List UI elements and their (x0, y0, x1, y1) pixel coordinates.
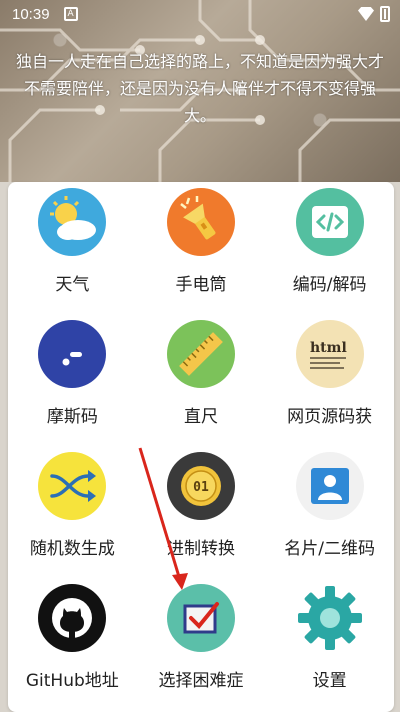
tile-label: GitHub地址 (25, 671, 119, 691)
tile-label: 网页源码获 (287, 407, 373, 427)
tools-card: 天气 手电筒 编码/解码 摩斯码 直尺 html 网页源码获 随机数生成 01 … (8, 182, 394, 712)
tile-random[interactable]: 随机数生成 (8, 446, 137, 578)
github-icon (38, 584, 107, 652)
tile-label: 天气 (55, 275, 90, 295)
tile-label: 进制转换 (166, 539, 235, 559)
tile-flashlight[interactable]: 手电筒 (137, 182, 266, 314)
status-bar: 10:39 A (0, 0, 400, 28)
tile-settings[interactable]: 设置 (265, 578, 394, 710)
tile-choice[interactable]: 选择困难症 (137, 578, 266, 710)
tile-label: 选择困难症 (158, 671, 244, 691)
quote-text: 独自一人走在自己选择的路上，不知道是因为强大才不需要陪伴，还是因为没有人陪伴才不… (15, 52, 384, 125)
tile-label: 编码/解码 (292, 275, 367, 295)
html-icon-text: html (310, 340, 347, 356)
tile-morse[interactable]: 摩斯码 (8, 314, 137, 446)
status-right (358, 6, 390, 22)
tile-github[interactable]: GitHub地址 (8, 578, 137, 710)
card-icon (295, 452, 364, 520)
code-icon (295, 188, 364, 256)
tile-code[interactable]: 编码/解码 (265, 182, 394, 314)
tile-weather[interactable]: 天气 (8, 182, 137, 314)
tile-html-source[interactable]: html 网页源码获 (265, 314, 394, 446)
flashlight-icon (166, 188, 235, 256)
tile-base-convert[interactable]: 01 进制转换 (137, 446, 266, 578)
tile-label: 摩斯码 (46, 407, 98, 427)
checkbox-icon (166, 584, 235, 652)
weather-icon (38, 188, 107, 256)
sim-icon: A (63, 7, 78, 21)
status-time: 10:39 (12, 5, 50, 23)
base-icon-text: 01 (193, 480, 209, 495)
tile-card-qr[interactable]: 名片/二维码 (265, 446, 394, 578)
tile-label: 直尺 (183, 407, 218, 427)
ruler-icon (166, 320, 235, 388)
base-convert-icon: 01 (166, 452, 235, 520)
tile-label: 随机数生成 (29, 539, 115, 559)
morse-icon (38, 320, 107, 388)
tile-label: 名片/二维码 (284, 539, 376, 559)
wifi-icon (358, 7, 374, 21)
tile-label: 设置 (312, 671, 347, 691)
gear-icon (296, 584, 364, 652)
tile-ruler[interactable]: 直尺 (137, 314, 266, 446)
html-source-icon: html (295, 320, 364, 388)
battery-icon (380, 6, 390, 22)
tile-label: 手电筒 (175, 275, 227, 295)
tools-grid: 天气 手电筒 编码/解码 摩斯码 直尺 html 网页源码获 随机数生成 01 … (8, 182, 394, 710)
header-banner: 10:39 A 独自一人走在自己选择的路上，不知道是因为强大才不需要陪伴，还是因… (0, 0, 400, 182)
shuffle-icon (38, 452, 107, 520)
